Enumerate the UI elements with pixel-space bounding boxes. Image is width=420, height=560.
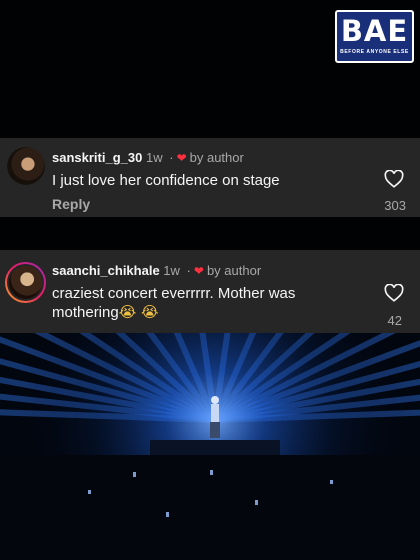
liked-by-author: by author bbox=[189, 150, 244, 165]
like-count: 303 bbox=[384, 198, 406, 213]
avatar[interactable] bbox=[5, 262, 46, 303]
comment-username[interactable]: sanskriti_g_30 bbox=[52, 150, 142, 165]
comment-time: 1w bbox=[145, 150, 163, 165]
bae-logo: BAE BEFORE ANYONE ELSE bbox=[335, 10, 414, 63]
liked-by-author: by author bbox=[206, 263, 262, 278]
avatar[interactable] bbox=[7, 147, 45, 185]
heart-outline-icon[interactable] bbox=[384, 170, 404, 188]
logo-tagline: BEFORE ANYONE ELSE bbox=[340, 49, 409, 55]
comment-meta: sanskriti_g_30 1w · ❤ by author bbox=[52, 150, 244, 165]
heart-outline-icon[interactable] bbox=[384, 284, 404, 302]
comment-card: saanchi_chikhale 1w · ❤ by author craziest… bbox=[0, 250, 420, 333]
heart-filled-icon: ❤ bbox=[193, 264, 204, 278]
comment-text: craziest concert everrrrr. Mother was mo… bbox=[52, 285, 296, 321]
crying-emoji: 😭 😭 bbox=[118, 303, 159, 321]
comment-username[interactable]: saanchi_chikhale bbox=[52, 263, 160, 278]
comment-card: sanskriti_g_30 1w · ❤ by author I just lov… bbox=[0, 138, 420, 217]
logo-wordmark: BAE bbox=[340, 14, 409, 48]
like-count: 42 bbox=[387, 313, 402, 328]
heart-filled-icon: ❤ bbox=[176, 151, 187, 165]
reply-button[interactable]: Reply bbox=[52, 196, 90, 212]
comment-time: 1w bbox=[163, 263, 180, 278]
comment-meta: saanchi_chikhale 1w · ❤ by author bbox=[52, 263, 262, 278]
comment-text: I just love her confidence on stage bbox=[52, 172, 280, 189]
